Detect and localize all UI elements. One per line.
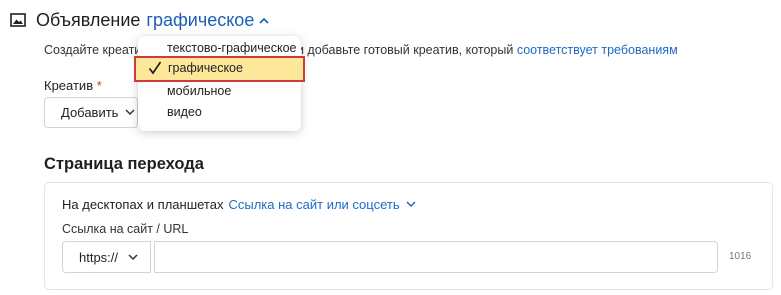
link-type-label: Ссылка на сайт или соцсеть xyxy=(228,197,400,212)
menu-item-video[interactable]: видео xyxy=(167,105,202,119)
chevron-down-icon xyxy=(406,201,416,208)
add-button-label: Добавить xyxy=(61,105,119,120)
devices-row: На десктопах и планшетах Ссылка на сайт … xyxy=(62,197,416,212)
ad-type-dropdown-toggle[interactable]: графическое xyxy=(146,10,269,31)
chevron-up-icon xyxy=(259,17,269,24)
devices-label: На десктопах и планшетах xyxy=(62,197,224,212)
landing-section-title: Страница перехода xyxy=(44,155,204,173)
creative-label: Креатив * xyxy=(44,78,102,93)
link-type-dropdown[interactable]: Ссылка на сайт или соцсеть xyxy=(228,197,416,212)
menu-item-mobile[interactable]: мобильное xyxy=(167,84,231,98)
char-counter: 1016 xyxy=(729,251,752,262)
menu-item-graphic-label: графическое xyxy=(168,61,243,75)
requirements-link[interactable]: соответствует требованиям xyxy=(517,43,678,57)
ad-title: Объявление xyxy=(36,9,141,30)
add-creative-button[interactable]: Добавить xyxy=(44,97,138,128)
required-mark: * xyxy=(96,78,102,93)
chevron-down-icon xyxy=(125,109,135,116)
menu-item-text-graphic[interactable]: текстово-графическое xyxy=(167,41,297,55)
url-input[interactable] xyxy=(154,241,718,273)
image-icon xyxy=(10,13,26,27)
checkmark-icon xyxy=(148,61,162,75)
chevron-down-icon xyxy=(128,253,138,260)
protocol-select[interactable]: https:// xyxy=(62,241,151,273)
url-label: Ссылка на сайт / URL xyxy=(62,222,189,236)
ad-header: Объявление графическое xyxy=(10,8,269,32)
ad-type-value: графическое xyxy=(146,9,255,30)
ad-type-menu: текстово-графическое мобильное видео xyxy=(138,36,301,131)
protocol-value: https:// xyxy=(79,249,119,265)
